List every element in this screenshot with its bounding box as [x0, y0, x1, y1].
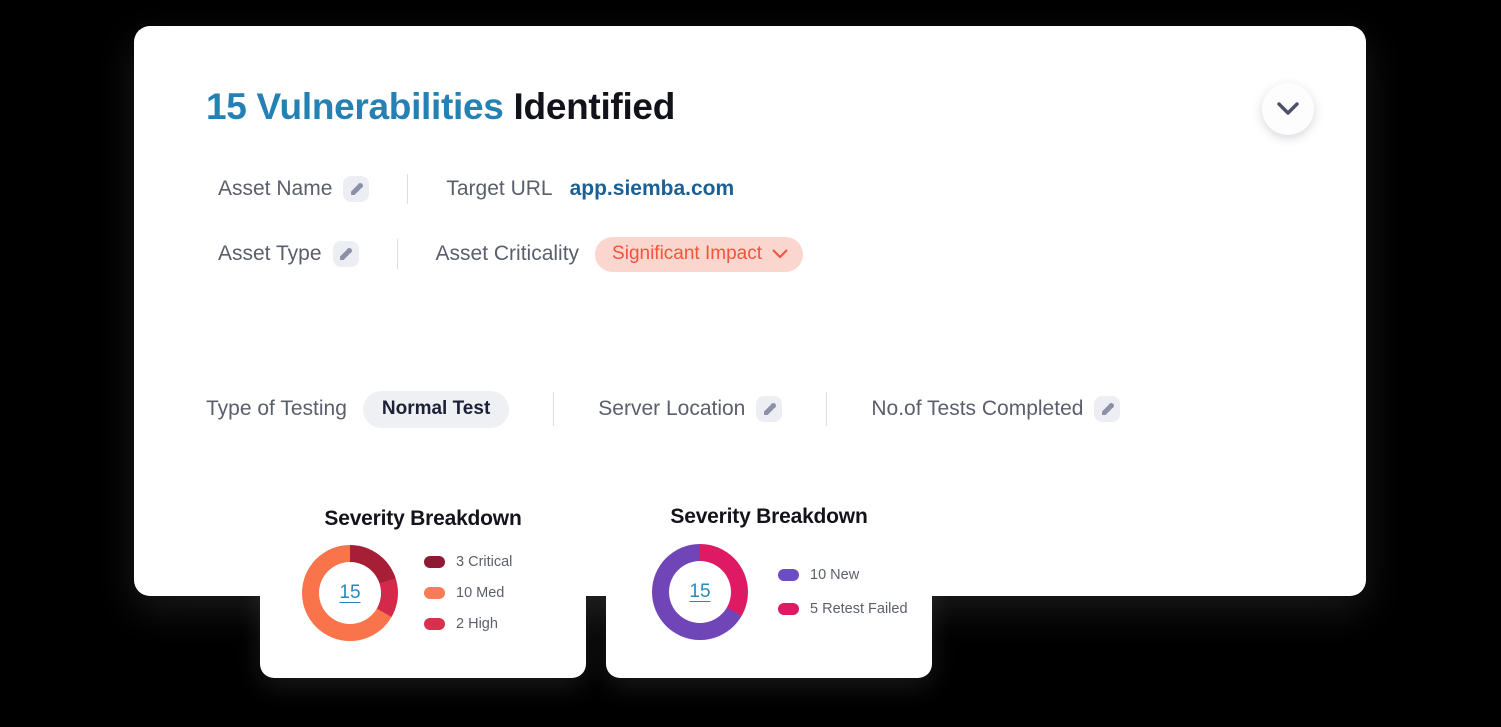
severity-donut-chart: 15: [302, 545, 398, 641]
donut-center: 15: [319, 562, 381, 624]
screenshot-stage: 15 Vulnerabilities Identified Asset Name…: [0, 0, 1501, 727]
legend-item: 10 Med: [424, 585, 512, 601]
server-location-label: Server Location: [598, 397, 746, 420]
target-url-link[interactable]: app.siemba.com: [570, 177, 735, 201]
legend-color-swatch: [424, 587, 445, 599]
severity-breakdown-card-1: Severity Breakdown 15 3 Critical 10 Med 2 …: [260, 478, 586, 678]
donut-center: 15: [669, 561, 731, 623]
edit-pencil-icon[interactable]: [1094, 396, 1121, 422]
testing-info-row: Type of Testing Normal Test Server Locat…: [206, 389, 1121, 429]
asset-name-label: Asset Name: [218, 177, 333, 200]
edit-pencil-icon[interactable]: [332, 241, 359, 267]
page-title: 15 Vulnerabilities Identified: [206, 86, 675, 128]
legend-label: 10 New: [810, 567, 860, 583]
divider: [826, 392, 828, 426]
page-title-suffix: Identified: [503, 86, 676, 127]
legend-label: 10 Med: [456, 585, 505, 601]
divider: [396, 239, 398, 269]
chart-body: 15 3 Critical 10 Med 2 High: [260, 545, 586, 641]
chart-legend: 3 Critical 10 Med 2 High: [424, 554, 512, 632]
legend-color-swatch: [778, 569, 799, 581]
asset-type-label: Asset Type: [218, 242, 322, 265]
collapse-panel-button[interactable]: [1262, 83, 1314, 135]
legend-item: 3 Critical: [424, 554, 512, 570]
chevron-down-icon: [1277, 102, 1299, 116]
chevron-down-icon: [772, 249, 788, 259]
legend-label: 3 Critical: [456, 554, 513, 570]
legend-item: 5 Retest Failed: [778, 601, 908, 617]
chart-body: 15 10 New 5 Retest Failed: [606, 544, 932, 640]
meta-row-asset-type: Asset Type Asset Criticality Significant…: [218, 236, 804, 272]
divider: [407, 174, 409, 204]
asset-criticality-dropdown[interactable]: Significant Impact: [595, 236, 804, 272]
status-donut-chart: 15: [652, 544, 748, 640]
legend-color-swatch: [424, 618, 445, 630]
chart-legend: 10 New 5 Retest Failed: [778, 567, 908, 617]
asset-criticality-value: Significant Impact: [612, 242, 763, 264]
legend-item: 2 High: [424, 616, 512, 632]
legend-color-swatch: [778, 603, 799, 615]
asset-criticality-label: Asset Criticality: [435, 242, 580, 265]
edit-pencil-icon[interactable]: [756, 396, 783, 422]
legend-label: 5 Retest Failed: [810, 601, 908, 617]
meta-row-asset-name: Asset Name Target URL app.siemba.com: [218, 172, 734, 206]
chart-title: Severity Breakdown: [324, 507, 522, 530]
type-of-testing-label: Type of Testing: [206, 397, 347, 420]
legend-item: 10 New: [778, 567, 908, 583]
page-title-count: 15 Vulnerabilities: [206, 86, 504, 127]
page-title-text: 15 Vulnerabilities Identified: [206, 86, 675, 128]
donut-center-value[interactable]: 15: [689, 581, 710, 603]
tests-completed-label: No.of Tests Completed: [871, 397, 1084, 420]
severity-breakdown-card-2: Severity Breakdown 15 10 New 5 Retest Fai…: [606, 478, 932, 678]
chart-title: Severity Breakdown: [670, 505, 868, 528]
legend-color-swatch: [424, 556, 445, 568]
legend-label: 2 High: [456, 616, 498, 632]
donut-center-value[interactable]: 15: [339, 582, 360, 604]
type-of-testing-value[interactable]: Normal Test: [362, 390, 510, 428]
edit-pencil-icon[interactable]: [343, 176, 370, 202]
target-url-label: Target URL: [446, 177, 553, 200]
divider: [553, 392, 555, 426]
